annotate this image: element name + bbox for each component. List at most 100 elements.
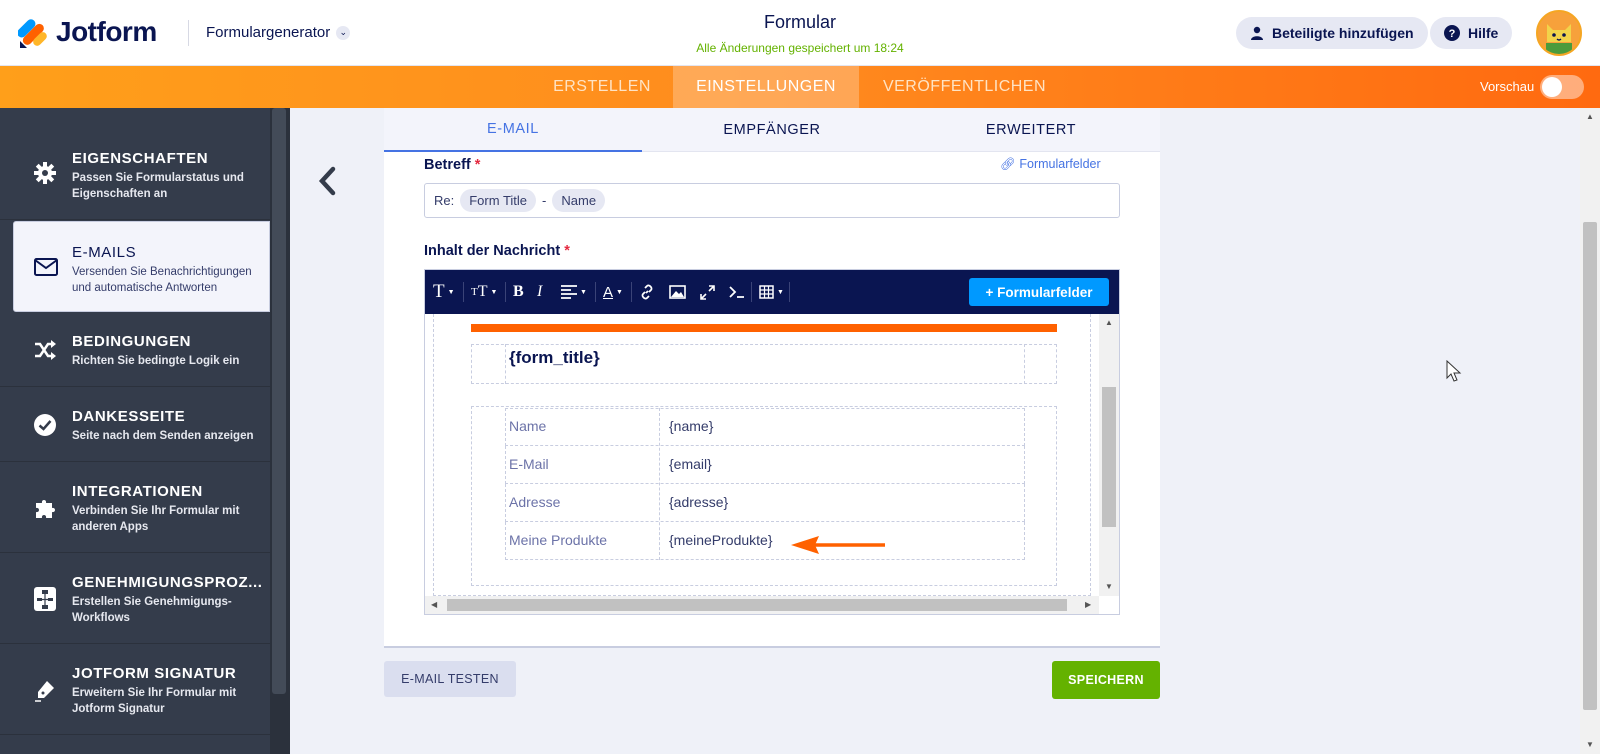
question-circle-icon: ? xyxy=(1444,25,1460,41)
sidebar-scrollbar-thumb[interactable] xyxy=(272,108,286,694)
sidebar-item-emails[interactable]: E-MAILS Versenden Sie Benachrichtigungen… xyxy=(13,221,270,312)
annotation-arrow-icon xyxy=(791,536,885,554)
link-icon: 🔗︎ xyxy=(1000,157,1016,171)
sidebar-item-title: EIGENSCHAFTEN xyxy=(72,150,209,167)
toggle-knob xyxy=(1542,77,1562,97)
help-button[interactable]: ? Hilfe xyxy=(1430,17,1513,49)
sidebar-item-title: INTEGRATIONEN xyxy=(72,483,203,500)
subject-label-text: Betreff xyxy=(424,157,471,173)
italic-icon[interactable]: I xyxy=(537,282,542,302)
page-scrollbar[interactable]: ▲ ▼ xyxy=(1580,108,1600,754)
subject-fields-link-text: Formularfelder xyxy=(1019,157,1101,171)
fullscreen-icon[interactable] xyxy=(700,282,715,302)
sidebar-item-conditions[interactable]: BEDINGUNGEN Richten Sie bedingte Logik e… xyxy=(0,313,270,387)
field-tag[interactable]: Name xyxy=(552,189,606,212)
text-color-icon[interactable]: A ▼ xyxy=(603,282,623,302)
workflow-icon xyxy=(32,586,58,612)
tab-email[interactable]: E-MAIL xyxy=(384,108,642,152)
row-label-products: Meine Produkte xyxy=(509,532,608,548)
editor-toolbar: T ▼ T T ▼ B I ▼ A ▼ ▼ + Formularfelder xyxy=(425,270,1119,314)
sidebar-item-integrations[interactable]: INTEGRATIONEN Verbinden Sie Ihr Formular… xyxy=(0,463,270,553)
editor-vertical-scrollbar[interactable]: ▲ ▼ xyxy=(1099,314,1119,596)
message-label-text: Inhalt der Nachricht xyxy=(424,243,561,259)
sidebar-item-title: E-MAILS xyxy=(72,244,137,261)
link-icon[interactable] xyxy=(639,282,655,302)
editor-vertical-scroll-thumb[interactable] xyxy=(1102,387,1116,527)
test-email-button[interactable]: E-MAIL TESTEN xyxy=(384,661,516,697)
row-label-name: Name xyxy=(509,418,547,434)
puzzle-icon xyxy=(32,495,58,521)
align-left-icon[interactable]: ▼ xyxy=(561,282,587,302)
gear-icon xyxy=(32,160,58,186)
shuffle-icon xyxy=(32,337,58,363)
svg-text:?: ? xyxy=(1449,28,1456,40)
subject-fields-link[interactable]: 🔗︎ Formularfelder xyxy=(1000,157,1101,172)
add-collaborators-button[interactable]: Beteiligte hinzufügen xyxy=(1236,17,1428,49)
table-row xyxy=(505,484,1025,522)
sidebar-item-desc: Richten Sie bedingte Logik ein xyxy=(72,355,240,367)
sidebar-item-title: DANKESSEITE xyxy=(72,408,186,425)
tab-publish[interactable]: VERÖFFENTLICHEN xyxy=(873,66,1056,108)
add-collaborators-label: Beteiligte hinzufügen xyxy=(1272,25,1414,41)
scroll-left-icon[interactable]: ◀ xyxy=(431,600,437,609)
avatar[interactable] xyxy=(1536,10,1582,56)
tab-build[interactable]: ERSTELLEN xyxy=(545,66,659,108)
subject-input[interactable]: Re: Form Title - Name xyxy=(424,183,1120,218)
envelope-icon xyxy=(33,254,59,280)
email-template-canvas[interactable]: {form_title} Name {name} E-Mail {email} … xyxy=(425,314,1099,596)
pen-icon xyxy=(32,677,58,703)
row-value-products: {meineProdukte} xyxy=(669,532,773,548)
sidebar-item-thank-you-page[interactable]: DANKESSEITE Seite nach dem Senden anzeig… xyxy=(0,388,270,462)
chevron-left-icon[interactable] xyxy=(314,164,340,198)
save-button[interactable]: SPEICHERN xyxy=(1052,661,1160,699)
table-row xyxy=(505,408,1025,446)
source-code-icon[interactable] xyxy=(729,282,745,302)
sidebar-item-title: GENEHMIGUNGSPROZ... xyxy=(72,574,262,591)
required-mark: * xyxy=(474,157,481,173)
scroll-up-icon[interactable]: ▲ xyxy=(1105,318,1113,327)
tab-advanced[interactable]: ERWEITERT xyxy=(902,108,1160,152)
row-value-email: {email} xyxy=(669,456,712,472)
sidebar-item-title: BEDINGUNGEN xyxy=(72,333,192,350)
scroll-up-icon[interactable]: ▲ xyxy=(1586,112,1594,121)
font-family-icon[interactable]: T ▼ xyxy=(433,281,455,302)
toolbar-separator xyxy=(463,282,464,302)
check-circle-icon xyxy=(32,412,58,438)
sidebar-item-approval-flows[interactable]: GENEHMIGUNGSPROZ... Erstellen Sie Genehm… xyxy=(0,554,270,644)
table-icon[interactable]: ▼ xyxy=(759,282,784,302)
editor-horizontal-scrollbar[interactable]: ◀ ▶ xyxy=(425,596,1099,614)
page-scroll-thumb[interactable] xyxy=(1583,222,1597,710)
required-mark: * xyxy=(564,243,570,259)
sidebar-item-desc: Erstellen Sie Genehmigungs-Workflows xyxy=(72,596,232,624)
row-value-address: {adresse} xyxy=(669,494,729,510)
cat-avatar-icon xyxy=(1538,12,1580,54)
scroll-down-icon[interactable]: ▼ xyxy=(1586,740,1594,749)
preview-toggle[interactable] xyxy=(1540,75,1584,99)
sidebar-item-jotform-sign[interactable]: JOTFORM SIGNATUR Erweitern Sie Ihr Formu… xyxy=(0,645,270,735)
row-label-email: E-Mail xyxy=(509,456,549,472)
tab-settings[interactable]: EINSTELLUNGEN xyxy=(673,66,859,108)
tab-recipients[interactable]: EMPFÄNGER xyxy=(643,108,901,152)
bold-icon[interactable]: B xyxy=(513,282,524,302)
row-value-name: {name} xyxy=(669,418,714,434)
font-size-icon[interactable]: T T ▼ xyxy=(471,282,497,302)
image-icon[interactable] xyxy=(669,282,686,302)
scroll-down-icon[interactable]: ▼ xyxy=(1105,582,1113,591)
subject-separator: - xyxy=(542,193,547,208)
message-editor: T ▼ T T ▼ B I ▼ A ▼ ▼ + Formularfelder {… xyxy=(424,269,1120,615)
toolbar-separator xyxy=(505,282,506,302)
message-label: Inhalt der Nachricht * xyxy=(424,243,570,259)
template-accent-bar xyxy=(471,324,1057,332)
scroll-right-icon[interactable]: ▶ xyxy=(1085,600,1091,609)
toolbar-separator xyxy=(595,282,596,302)
insert-form-fields-button[interactable]: + Formularfelder xyxy=(969,278,1109,306)
sidebar-item-properties[interactable]: EIGENSCHAFTEN Passen Sie Formularstatus … xyxy=(0,128,270,220)
sidebar-item-desc: Passen Sie Formularstatus und Eigenschaf… xyxy=(72,172,244,200)
editor-horizontal-scroll-thumb[interactable] xyxy=(447,599,1067,611)
sidebar-item-desc: Versenden Sie Benachrichtigungen und aut… xyxy=(72,266,252,294)
builder-nav-bar: ERSTELLEN EINSTELLUNGEN VERÖFFENTLICHEN … xyxy=(0,66,1600,108)
table-column-divider xyxy=(659,408,660,560)
field-tag[interactable]: Form Title xyxy=(460,189,537,212)
table-row xyxy=(505,446,1025,484)
sidebar-item-desc: Erweitern Sie Ihr Formular mit Jotform S… xyxy=(72,687,237,715)
